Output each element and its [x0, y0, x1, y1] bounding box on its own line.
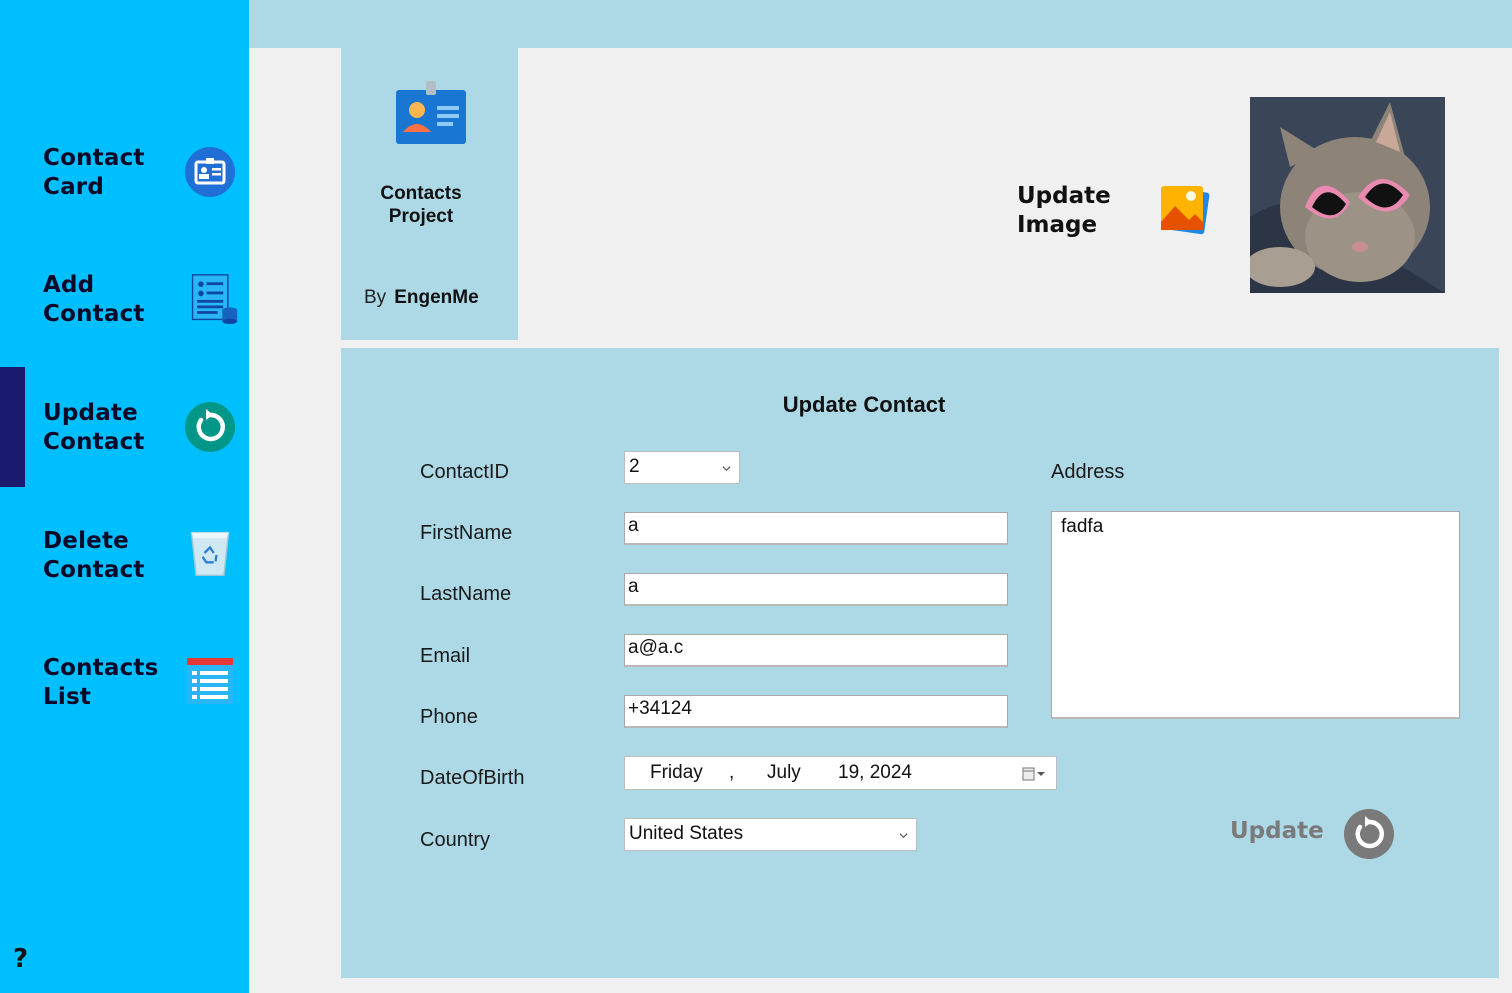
- sidebar-item-update-contact[interactable]: Update Contact: [0, 367, 249, 487]
- sidebar-item-label: Contact Card: [43, 145, 145, 200]
- address-label: Address: [1051, 461, 1125, 483]
- date-of-birth-picker[interactable]: Friday , July 19, 2024: [624, 756, 1057, 790]
- recycle-bin-icon: [190, 531, 230, 576]
- sidebar-item-label: Update Contact: [43, 400, 145, 455]
- first-name-field[interactable]: a: [624, 512, 1008, 545]
- contact-id-select[interactable]: 2: [624, 451, 740, 484]
- sidebar-item-label: Add Contact: [43, 272, 145, 327]
- date-of-birth-label: DateOfBirth: [420, 767, 525, 789]
- author-name: EngenMe: [394, 287, 479, 308]
- project-card: Contacts Project By EngenMe: [341, 48, 518, 340]
- chevron-down-icon: [899, 833, 908, 839]
- contact-id-value: 2: [629, 456, 640, 477]
- email-field[interactable]: a@a.c: [624, 634, 1008, 667]
- sidebar-item-contact-card[interactable]: Contact Card: [0, 112, 249, 232]
- sidebar-item-label: Contacts List: [43, 655, 159, 710]
- country-label: Country: [420, 829, 491, 851]
- dob-weekday: Friday: [650, 762, 703, 783]
- last-name-field[interactable]: a: [624, 573, 1008, 606]
- project-title: Contacts Project: [380, 183, 462, 227]
- image-icon[interactable]: [1159, 184, 1211, 236]
- address-field[interactable]: fadfa: [1051, 511, 1460, 719]
- list-icon: [187, 658, 233, 704]
- refresh-icon: [185, 402, 235, 452]
- contact-card-icon: [185, 147, 235, 197]
- sidebar-item-delete-contact[interactable]: Delete Contact: [0, 495, 249, 615]
- first-name-label: FirstName: [420, 522, 513, 544]
- country-select[interactable]: United States: [624, 818, 917, 851]
- id-badge-icon: [396, 81, 466, 144]
- dob-month: July: [767, 762, 801, 783]
- last-name-label: LastName: [420, 583, 512, 605]
- sidebar: Contact Card Add Contact Update Contact …: [0, 0, 249, 993]
- dob-day-year: 19, 2024: [838, 762, 912, 783]
- contact-photo: [1250, 97, 1445, 293]
- update-image-button[interactable]: Update Image: [1017, 182, 1111, 240]
- update-button-label: Update: [1230, 818, 1324, 844]
- country-value: United States: [629, 823, 744, 844]
- author-line: By EngenMe: [364, 287, 479, 309]
- phone-field[interactable]: +34124: [624, 695, 1008, 728]
- email-label: Email: [420, 645, 471, 667]
- calendar-dropdown-icon[interactable]: [1022, 766, 1048, 782]
- form-title: Update Contact: [782, 392, 946, 417]
- sidebar-item-contacts-list[interactable]: Contacts List: [0, 623, 249, 743]
- sidebar-item-add-contact[interactable]: Add Contact: [0, 240, 249, 360]
- by-label: By: [364, 287, 387, 308]
- dob-separator: ,: [729, 762, 735, 783]
- add-contact-icon: [191, 274, 238, 325]
- contact-id-label: ContactID: [420, 461, 509, 483]
- help-button[interactable]: ?: [13, 944, 28, 974]
- refresh-icon: [1344, 809, 1394, 859]
- phone-label: Phone: [420, 706, 478, 728]
- update-image-label: Update Image: [1017, 183, 1111, 238]
- chevron-down-icon: [722, 466, 731, 472]
- sidebar-item-label: Delete Contact: [43, 528, 145, 583]
- top-strip: [249, 0, 1512, 48]
- update-button[interactable]: Update: [1230, 808, 1400, 862]
